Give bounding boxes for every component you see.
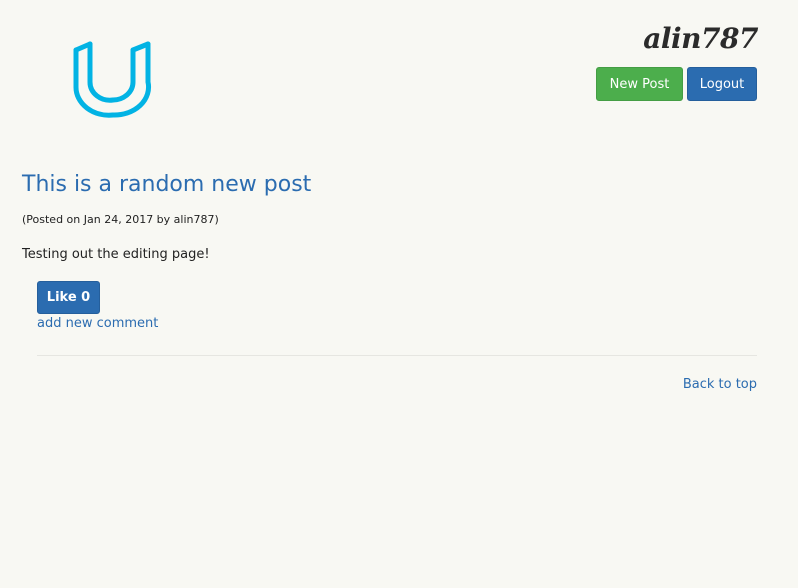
post-meta: (Posted on Jan 24, 2017 by alin787) (22, 213, 219, 226)
udacity-logo-icon[interactable] (72, 40, 152, 118)
like-button[interactable]: Like 0 (37, 281, 100, 314)
post-body: Testing out the editing page! (22, 247, 210, 262)
new-post-button[interactable]: New Post (596, 67, 683, 101)
divider (37, 355, 757, 356)
back-to-top-link[interactable]: Back to top (683, 377, 757, 392)
post-title[interactable]: This is a random new post (22, 172, 311, 197)
logout-button[interactable]: Logout (687, 67, 757, 101)
username: alin787 (643, 22, 758, 55)
add-comment-link[interactable]: add new comment (37, 316, 158, 331)
page: alin787 New Post Logout This is a random… (0, 0, 798, 588)
